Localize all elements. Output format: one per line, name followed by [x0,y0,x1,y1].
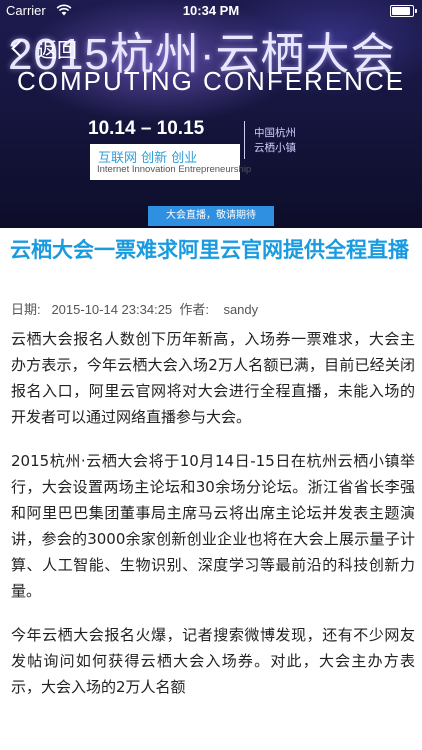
article-body: 云栖大会报名人数创下历年新高，入场券一票难求，大会主办方表示，今年云栖大会入场2… [11,326,415,718]
battery-icon [390,5,417,17]
status-bar: Carrier 10:34 PM [0,0,422,22]
back-label: 返回 [37,39,77,62]
article-paragraph: 2015杭州·云栖大会将于10月14日-15日在杭州云栖小镇举行，大会设置两场主… [11,452,415,600]
banner-location: 中国杭州 云栖小镇 [254,126,296,156]
banner-divider [244,121,245,159]
banner-dates: 10.14 – 10.15 [88,118,205,139]
banner-location-line1: 中国杭州 [254,127,296,139]
banner-slogan-en: Internet Innovation Entrepreneurship [97,164,252,175]
conference-banner: 2015杭州·云栖大会 COMPUTING CONFERENCE 10.14 –… [0,0,422,228]
status-time: 10:34 PM [182,3,240,18]
live-stream-tag: 大会直播，敬请期待 [148,206,274,226]
banner-location-line2: 云栖小镇 [254,142,296,154]
banner-slogan: 互联网 创新 创业 Internet Innovation Entreprene… [90,144,251,180]
chevron-left-icon [11,38,30,58]
article-title: 云栖大会一票难求阿里云官网提供全程直播 [10,238,409,262]
article-paragraph: 云栖大会报名人数创下历年新高，入场券一票难求，大会主办方表示，今年云栖大会入场2… [11,330,415,426]
battery-fill [392,7,410,15]
article-meta: 日期: 2015-10-14 23:34:25 作者: sandy [11,302,259,317]
article-paragraph: 今年云栖大会报名火爆，记者搜索微博发现，还有不少网友发帖询问如何获得云栖大会入场… [11,626,415,696]
banner-subtitle: COMPUTING CONFERENCE [16,66,406,96]
back-button[interactable]: 返回 [8,36,77,62]
